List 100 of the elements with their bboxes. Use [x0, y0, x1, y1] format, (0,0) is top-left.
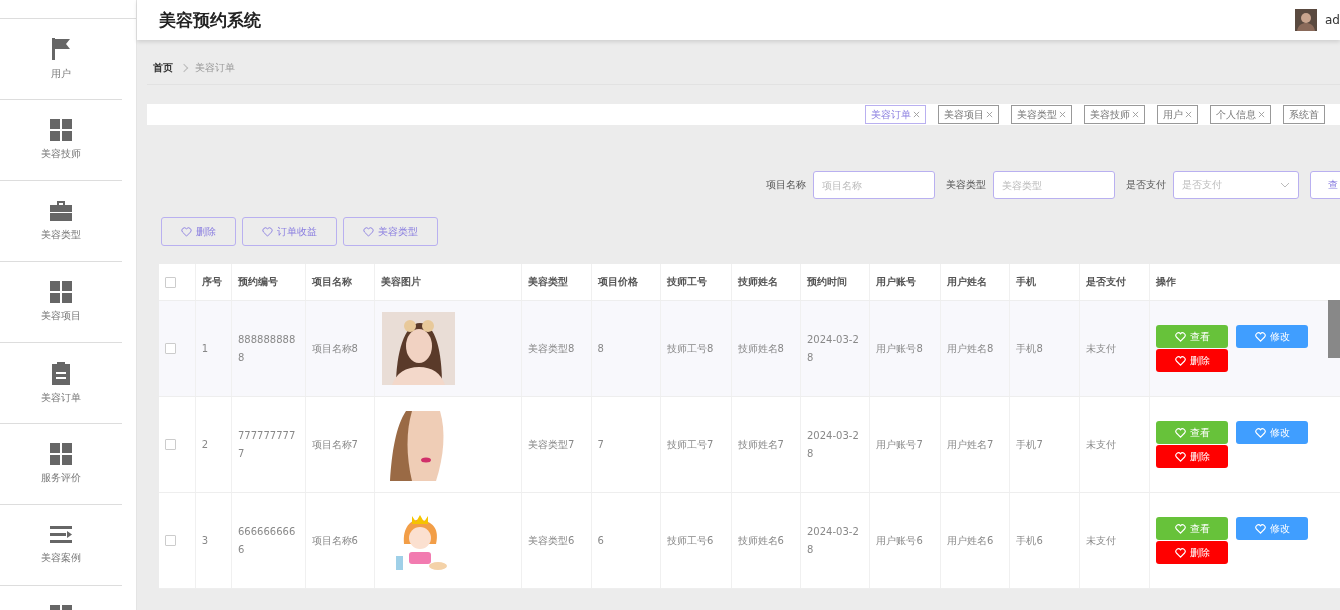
chevron-down-icon [1280, 182, 1290, 188]
table-cell: 手机8 [1016, 342, 1043, 354]
table-cell: 美容类型8 [528, 342, 575, 354]
column-header: 预约编号 [238, 276, 278, 287]
row-action-button[interactable]: 删除 [1156, 349, 1229, 372]
column-header: 预约时间 [807, 276, 847, 287]
row-action-button[interactable]: 删除 [1156, 445, 1229, 468]
input-field[interactable]: 项目名称 [813, 171, 935, 199]
field-label: 项目名称 [766, 178, 806, 192]
table-cell: 用户姓名6 [947, 534, 994, 546]
action-button[interactable]: 删除 [161, 217, 236, 246]
tab[interactable]: 美容技师 [1084, 105, 1145, 124]
close-icon[interactable] [1258, 111, 1265, 118]
sidebar-item[interactable]: 服务评价 [41, 471, 81, 485]
table-cell: 项目名称7 [311, 438, 358, 450]
table-cell: 用户姓名7 [947, 438, 994, 450]
column-header: 美容类型 [528, 276, 569, 287]
table-cell: 8888888888 [238, 333, 296, 363]
tab[interactable]: 美容项目 [938, 105, 999, 124]
tab[interactable]: 个人信息 [1210, 105, 1271, 124]
sidebar-item[interactable]: 美容技师 [41, 147, 81, 161]
user-name[interactable]: ad [1325, 13, 1340, 27]
heart-icon [1254, 331, 1266, 342]
checkbox[interactable] [165, 535, 176, 546]
tab[interactable]: 美容订单 [865, 105, 926, 124]
column-header: 项目名称 [311, 276, 352, 287]
column-header: 美容图片 [381, 276, 421, 287]
heart-icon [262, 226, 273, 237]
table-cell: 技师姓名8 [737, 342, 784, 354]
search-button[interactable]: 查 [1310, 171, 1340, 199]
tab[interactable]: 系统首 [1283, 105, 1325, 124]
close-icon[interactable] [986, 111, 993, 118]
table-cell: 用户账号8 [876, 342, 923, 354]
tab[interactable]: 用户 [1157, 105, 1198, 124]
sidebar-item[interactable]: 美容项目 [41, 309, 81, 323]
table-cell: 6 [597, 534, 604, 546]
table-cell: 2024-03-28 [807, 525, 859, 555]
table-cell: 技师姓名6 [737, 534, 784, 546]
column-header: 技师工号 [667, 276, 707, 287]
close-icon[interactable] [1059, 111, 1066, 118]
heart-icon [181, 226, 192, 237]
table-cell: 2024-03-28 [807, 333, 859, 363]
checkbox[interactable] [165, 276, 176, 288]
sidebar-item[interactable]: 美容订单 [41, 391, 81, 405]
table-cell: 用户姓名8 [947, 342, 994, 354]
action-button[interactable]: 美容类型 [343, 217, 438, 246]
clipboard-icon [51, 361, 71, 385]
heart-icon [1174, 547, 1186, 558]
close-icon[interactable] [1132, 111, 1139, 118]
row-action-button[interactable]: 修改 [1236, 325, 1309, 348]
column-header: 操作 [1156, 276, 1177, 287]
app-title: 美容预约系统 [159, 8, 261, 32]
sidebar-item[interactable]: 美容案例 [41, 551, 81, 565]
table-cell: 技师工号7 [667, 438, 714, 450]
column-header: 技师姓名 [737, 276, 778, 287]
table-cell: 未支付 [1085, 534, 1116, 546]
table-cell: 8 [597, 342, 604, 354]
sidebar-item[interactable]: 用户 [51, 67, 71, 81]
row-action-button[interactable]: 删除 [1156, 541, 1229, 564]
table-cell: 用户账号7 [876, 438, 923, 450]
table-cell: 技师工号8 [667, 342, 714, 354]
table-cell: 1 [201, 342, 209, 354]
close-icon[interactable] [1185, 111, 1192, 118]
heart-icon [1174, 427, 1186, 438]
table-cell: 2024-03-28 [807, 429, 859, 459]
field-label: 是否支付 [1126, 178, 1166, 192]
column-header: 用户账号 [876, 276, 917, 287]
table-cell: 用户账号6 [876, 534, 923, 546]
table-cell: 手机6 [1016, 534, 1043, 546]
table-cell: 美容类型7 [528, 438, 575, 450]
row-action-button[interactable]: 修改 [1236, 421, 1309, 444]
heart-icon [1254, 523, 1266, 534]
table-cell: 技师姓名7 [737, 438, 784, 450]
table-cell: 7777777777 [238, 429, 296, 459]
column-header: 是否支付 [1085, 276, 1126, 287]
tab[interactable]: 美容类型 [1011, 105, 1072, 124]
table-cell: 手机7 [1016, 438, 1043, 450]
checkbox[interactable] [165, 439, 176, 450]
table-cell: 美容类型6 [528, 534, 575, 546]
heart-icon [1174, 523, 1186, 534]
grid-icon [50, 281, 72, 303]
close-icon[interactable] [913, 111, 920, 118]
action-button[interactable]: 订单收益 [242, 217, 337, 246]
scrollbar-thumb[interactable] [1328, 300, 1340, 358]
checkbox[interactable] [165, 343, 176, 354]
table-cell: 项目名称8 [311, 342, 358, 354]
breadcrumb-item[interactable]: 首页 [153, 61, 173, 75]
column-header: 序号 [201, 276, 222, 287]
avatar-icon[interactable] [1295, 9, 1317, 31]
row-action-button[interactable]: 修改 [1236, 517, 1309, 540]
briefcase-icon [50, 200, 72, 222]
heart-icon [363, 226, 374, 237]
table-cell: 项目名称6 [311, 534, 358, 546]
table-cell: 2 [201, 438, 209, 450]
table-cell: 未支付 [1085, 342, 1116, 354]
sidebar-item[interactable]: 美容类型 [41, 228, 81, 242]
heart-icon [1174, 355, 1186, 366]
table-cell: 3 [201, 534, 209, 546]
heart-icon [1254, 427, 1266, 438]
column-header: 项目价格 [597, 276, 638, 287]
